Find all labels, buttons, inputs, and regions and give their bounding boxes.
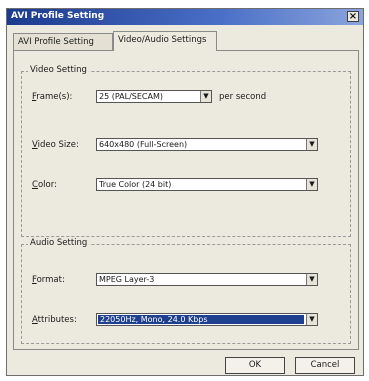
color-select[interactable]: True Color (24 bit) ▼ xyxy=(96,178,318,191)
cancel-button[interactable]: Cancel xyxy=(295,357,355,374)
frames-label: Frame(s): xyxy=(32,92,73,102)
format-value: MPEG Layer-3 xyxy=(99,275,155,284)
avi-profile-dialog: AVI Profile Setting × AVI Profile Settin… xyxy=(6,8,364,376)
attributes-value: 22050Hz, Mono, 24.0 Kbps xyxy=(98,315,304,324)
video-size-value: 640x480 (Full-Screen) xyxy=(99,140,188,149)
video-size-select[interactable]: 640x480 (Full-Screen) ▼ xyxy=(96,138,318,151)
video-group-title: Video Setting xyxy=(28,65,89,75)
video-size-label: Video Size: xyxy=(32,140,79,150)
tab-avi-profile-setting[interactable]: AVI Profile Setting xyxy=(13,33,113,50)
chevron-down-icon[interactable]: ▼ xyxy=(306,139,317,150)
tab-label: AVI Profile Setting xyxy=(18,37,94,47)
chevron-down-icon[interactable]: ▼ xyxy=(306,274,317,285)
video-audio-panel: Video Setting Frame(s): 25 (PAL/SECAM) ▼… xyxy=(13,50,359,350)
color-value: True Color (24 bit) xyxy=(99,180,172,189)
format-label: Format: xyxy=(32,275,65,285)
video-setting-group: Video Setting Frame(s): 25 (PAL/SECAM) ▼… xyxy=(21,65,351,237)
color-label: Color: xyxy=(32,180,57,190)
format-select[interactable]: MPEG Layer-3 ▼ xyxy=(96,273,318,286)
chevron-down-icon[interactable]: ▼ xyxy=(200,91,211,102)
frames-value: 25 (PAL/SECAM) xyxy=(99,92,163,101)
ok-button-label: OK xyxy=(248,360,262,370)
cancel-button-label: Cancel xyxy=(310,360,340,370)
attributes-label: Attributes: xyxy=(32,315,77,325)
tab-video-audio-settings[interactable]: Video/Audio Settings xyxy=(113,31,217,51)
ok-button[interactable]: OK xyxy=(225,357,285,374)
close-button[interactable]: × xyxy=(347,11,359,22)
close-icon: × xyxy=(348,11,358,22)
frames-select[interactable]: 25 (PAL/SECAM) ▼ xyxy=(96,90,212,103)
tab-strip: AVI Profile Setting Video/Audio Settings xyxy=(13,31,359,51)
tab-label: Video/Audio Settings xyxy=(118,35,207,45)
attributes-select[interactable]: 22050Hz, Mono, 24.0 Kbps ▼ xyxy=(96,313,318,326)
window-title: AVI Profile Setting xyxy=(11,11,105,21)
chevron-down-icon[interactable]: ▼ xyxy=(306,179,317,190)
chevron-down-icon[interactable]: ▼ xyxy=(306,314,317,325)
audio-group-title: Audio Setting xyxy=(28,238,90,248)
title-bar[interactable]: AVI Profile Setting × xyxy=(7,9,363,25)
frames-suffix: per second xyxy=(219,92,267,102)
audio-setting-group: Audio Setting Format: MPEG Layer-3 ▼ Att… xyxy=(21,238,351,344)
